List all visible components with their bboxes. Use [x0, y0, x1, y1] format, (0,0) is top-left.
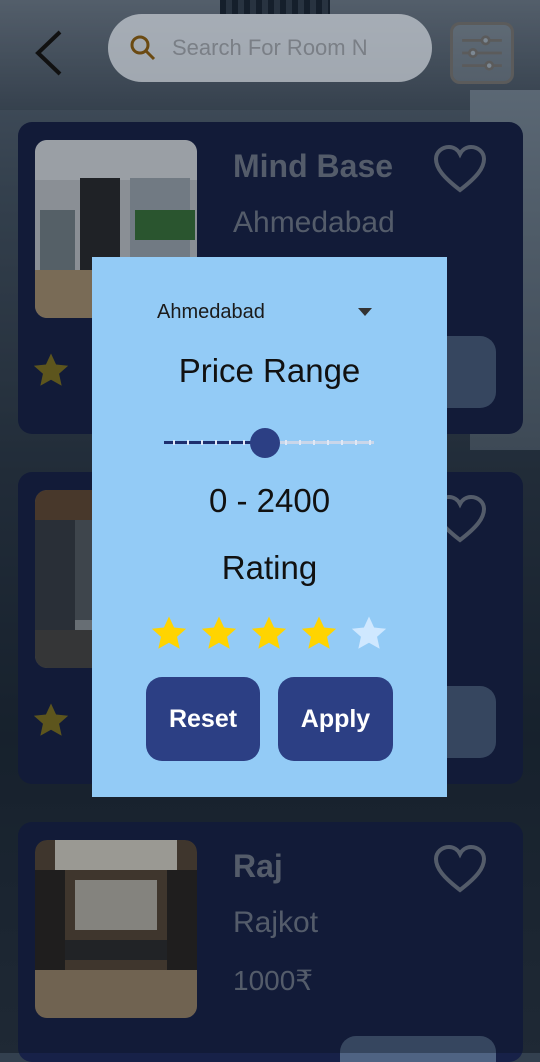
price-slider-thumb[interactable]	[249, 428, 280, 458]
star-icon[interactable]	[298, 613, 340, 655]
star-icon[interactable]	[248, 613, 290, 655]
city-dropdown[interactable]: Ahmedabad	[157, 297, 372, 327]
star-icon[interactable]	[148, 613, 190, 655]
search-icon	[130, 35, 156, 61]
rating-selector[interactable]	[148, 613, 390, 657]
city-dropdown-value: Ahmedabad	[157, 300, 265, 323]
search-bar[interactable]	[108, 14, 432, 82]
rating-heading: Rating	[221, 549, 318, 586]
chevron-down-icon	[358, 308, 372, 316]
search-input[interactable]	[170, 34, 394, 62]
apply-button[interactable]: Apply	[278, 677, 393, 761]
filter-dialog: Ahmedabad Price Range 0 - 2400 Rating Re…	[92, 257, 447, 797]
back-arrow-icon[interactable]	[30, 28, 70, 78]
filter-sliders-icon[interactable]	[450, 22, 514, 84]
star-icon[interactable]	[348, 613, 390, 655]
price-range-heading: Price Range	[178, 352, 361, 389]
price-range-value: 0 - 2400	[208, 482, 331, 519]
star-icon[interactable]	[198, 613, 240, 655]
reset-button[interactable]: Reset	[146, 677, 260, 761]
